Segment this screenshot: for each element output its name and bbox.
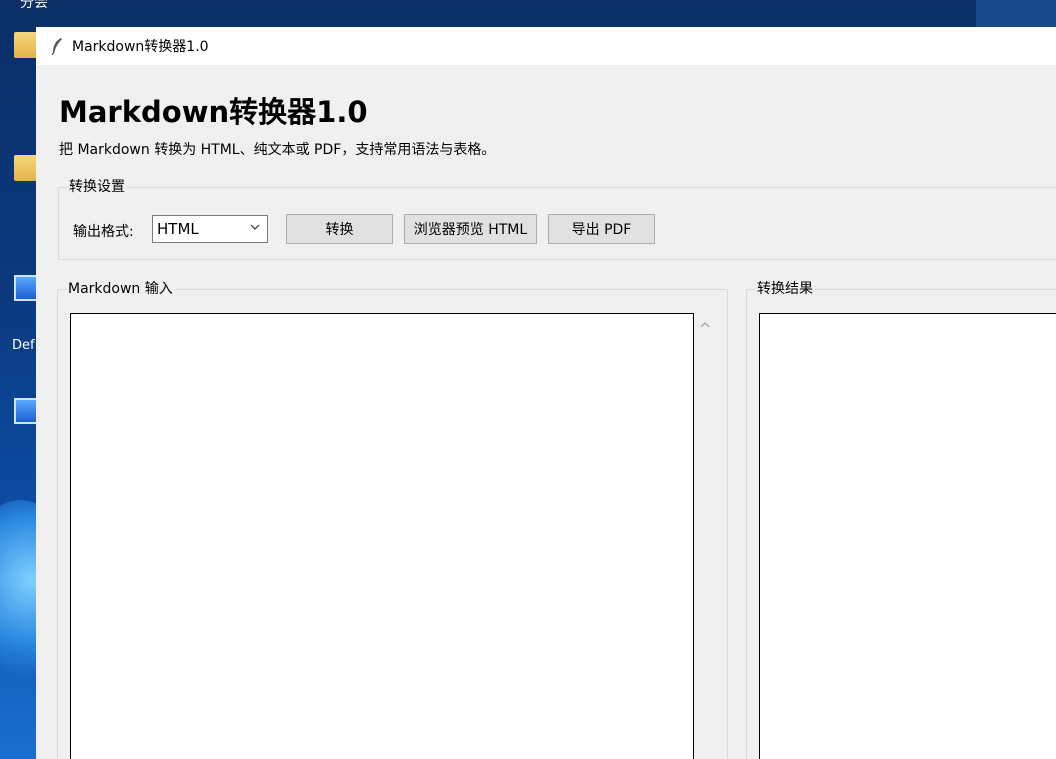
folder-icon: [14, 32, 38, 58]
page-subtitle: 把 Markdown 转换为 HTML、纯文本或 PDF，支持常用语法与表格。: [59, 142, 496, 158]
folder-icon: [14, 155, 38, 181]
scroll-up-arrow-icon[interactable]: [699, 320, 711, 330]
markdown-input-group: Markdown 输入: [57, 280, 728, 759]
app-window: Markdown转换器1.0 Markdown转换器1.0 把 Markdown…: [36, 27, 1056, 759]
desktop-window-edge: [976, 0, 1056, 27]
window-title: Markdown转换器1.0: [72, 39, 209, 55]
output-format-value: HTML: [157, 220, 199, 238]
feather-icon: [51, 38, 62, 55]
export-pdf-button[interactable]: 导出 PDF: [548, 214, 655, 244]
computer-icon: [14, 275, 38, 301]
conversion-result-textarea[interactable]: [759, 313, 1056, 759]
desktop-icon-label: Def: [12, 338, 35, 353]
computer-icon: [14, 398, 38, 424]
desktop-top-text: 分会: [20, 0, 48, 11]
conversion-result-label: 转换结果: [755, 280, 815, 298]
markdown-input-label: Markdown 输入: [66, 280, 175, 298]
output-format-label: 输出格式:: [73, 224, 134, 240]
conversion-result-group: 转换结果: [746, 280, 1056, 759]
settings-group-label: 转换设置: [67, 178, 127, 196]
convert-button[interactable]: 转换: [286, 214, 393, 244]
settings-group: 转换设置 输出格式: HTML 转换 浏览器预览 HTML 导出 PDF: [58, 178, 1056, 260]
output-format-select[interactable]: HTML: [152, 215, 268, 243]
page-title: Markdown转换器1.0: [59, 95, 368, 129]
markdown-input-textarea[interactable]: [70, 313, 694, 759]
browser-preview-button[interactable]: 浏览器预览 HTML: [404, 214, 537, 244]
window-titlebar[interactable]: Markdown转换器1.0: [36, 27, 1056, 65]
chevron-down-icon: [250, 224, 260, 230]
